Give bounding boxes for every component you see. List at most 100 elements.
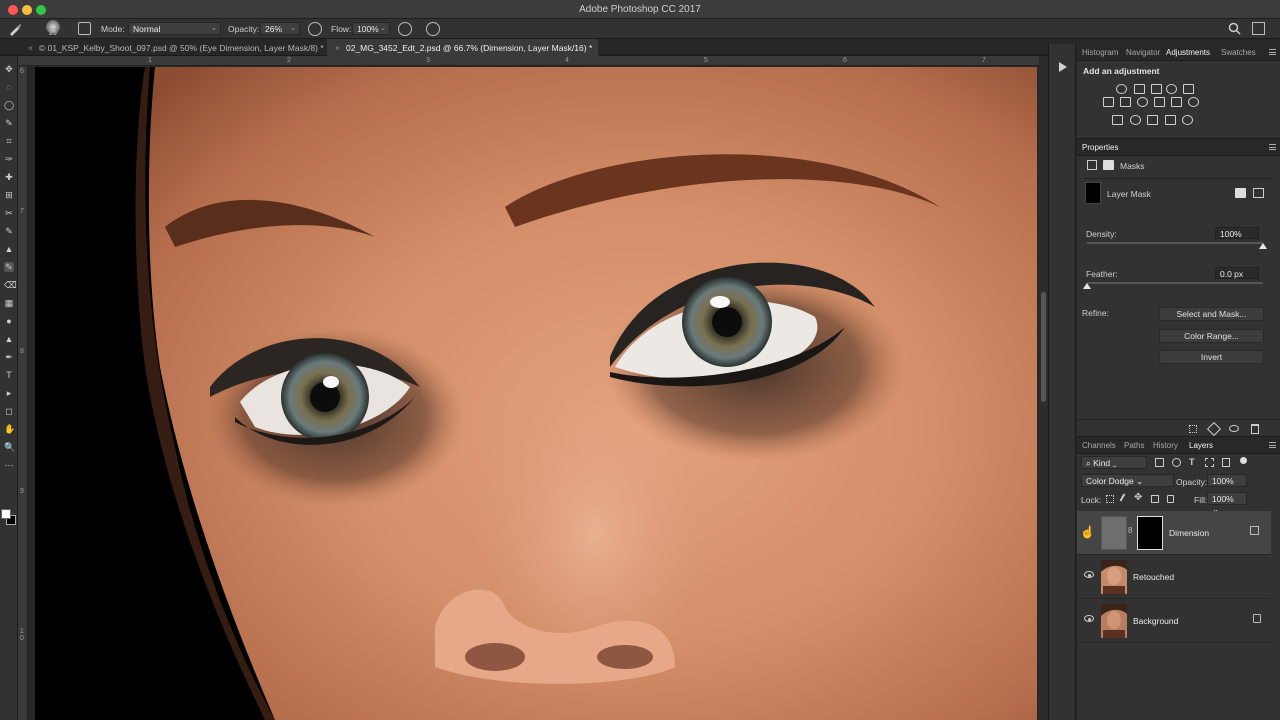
adjustment-icon[interactable] bbox=[1147, 115, 1158, 125]
eye-icon[interactable] bbox=[1229, 425, 1239, 432]
lock-image-icon[interactable] bbox=[1119, 493, 1131, 505]
layer-row-background[interactable]: Background bbox=[1077, 599, 1271, 643]
layer-row-dimension[interactable]: ☝ 8 Dimension bbox=[1077, 511, 1271, 555]
mode-dropdown[interactable]: Normal ⌄ bbox=[128, 22, 221, 35]
tool-8[interactable]: ✂ bbox=[4, 208, 14, 218]
apply-mask-icon[interactable] bbox=[1206, 421, 1222, 437]
tab-adjustments[interactable]: Adjustments bbox=[1162, 44, 1214, 61]
layer-name[interactable]: Background bbox=[1133, 616, 1178, 626]
pressure-size-icon[interactable] bbox=[426, 22, 440, 36]
tab-layers[interactable]: Layers bbox=[1185, 437, 1217, 454]
adjustment-icon[interactable] bbox=[1188, 97, 1199, 107]
tool-13[interactable]: ▦ bbox=[4, 298, 14, 308]
canvas-vertical-scrollbar[interactable] bbox=[1039, 56, 1048, 720]
add-pixel-mask-icon[interactable] bbox=[1235, 188, 1246, 198]
tool-12[interactable]: ⌫ bbox=[4, 280, 17, 290]
filter-adjustment-icon[interactable] bbox=[1172, 458, 1181, 467]
adjustment-icon[interactable] bbox=[1151, 84, 1162, 94]
tool-20[interactable]: ✋ bbox=[4, 424, 15, 434]
trash-icon[interactable] bbox=[1251, 424, 1259, 434]
tab-navigator[interactable]: Navigator bbox=[1126, 48, 1160, 57]
adjustment-icon[interactable] bbox=[1120, 97, 1131, 107]
filter-pixel-icon[interactable] bbox=[1155, 458, 1164, 467]
flow-input[interactable]: 100% ⌄ bbox=[352, 22, 390, 35]
lock-artboard-icon[interactable] bbox=[1151, 495, 1159, 503]
tool-6[interactable]: ✚ bbox=[4, 172, 14, 182]
add-vector-mask-icon[interactable] bbox=[1253, 188, 1264, 198]
adjustment-icon[interactable] bbox=[1166, 84, 1177, 94]
panel-menu-icon[interactable] bbox=[1269, 49, 1276, 55]
panel-menu-icon[interactable] bbox=[1269, 144, 1276, 150]
density-slider[interactable] bbox=[1087, 242, 1263, 244]
feather-slider-knob[interactable] bbox=[1083, 283, 1091, 289]
adjustment-icon[interactable] bbox=[1130, 115, 1141, 125]
adjustment-icon[interactable] bbox=[1182, 115, 1193, 125]
eye-icon[interactable] bbox=[1084, 615, 1094, 622]
adjustment-icon[interactable] bbox=[1165, 115, 1176, 125]
pixel-mask-icon[interactable] bbox=[1087, 160, 1097, 170]
tool-15[interactable]: ▲ bbox=[4, 334, 14, 344]
tool-0[interactable]: ✥ bbox=[4, 64, 14, 74]
tool-17[interactable]: T bbox=[4, 370, 14, 380]
adjustment-icon[interactable] bbox=[1103, 97, 1114, 107]
blend-mode-dropdown[interactable]: Color Dodge ⌄ bbox=[1081, 474, 1174, 487]
feather-input[interactable]: 0.0 px bbox=[1215, 267, 1259, 279]
adjustment-icon[interactable] bbox=[1171, 97, 1182, 107]
document-tab[interactable]: × © 01_KSP_Kelby_Shoot_097.psd @ 50% (Eye… bbox=[20, 39, 330, 56]
adjustment-icon[interactable] bbox=[1154, 97, 1165, 107]
lock-transparent-icon[interactable] bbox=[1106, 495, 1114, 503]
close-icon[interactable]: × bbox=[335, 43, 340, 53]
layer-name[interactable]: Retouched bbox=[1133, 572, 1174, 582]
tool-7[interactable]: ⊞ bbox=[4, 190, 14, 200]
density-input[interactable]: 100% bbox=[1215, 227, 1259, 239]
foreground-color-swatch[interactable] bbox=[1, 509, 11, 519]
vertical-ruler[interactable]: 6 7 8 9 1 0 bbox=[18, 66, 28, 720]
density-slider-knob[interactable] bbox=[1259, 243, 1267, 249]
adjustment-icon[interactable] bbox=[1183, 84, 1194, 94]
brush-panel-toggle-icon[interactable] bbox=[78, 22, 91, 35]
layer-opacity-input[interactable]: 100% ⌄ bbox=[1207, 474, 1247, 496]
tool-10[interactable]: ▲ bbox=[4, 244, 14, 254]
opacity-input[interactable]: 26% ⌄ bbox=[260, 22, 300, 35]
tool-9[interactable]: ✎ bbox=[4, 226, 14, 236]
select-and-mask-button[interactable]: Select and Mask... bbox=[1159, 307, 1264, 321]
tool-2[interactable]: ◯ bbox=[4, 100, 14, 110]
tab-paths[interactable]: Paths bbox=[1124, 441, 1144, 450]
tab-histogram[interactable]: Histogram bbox=[1082, 48, 1118, 57]
lock-all-icon[interactable] bbox=[1167, 495, 1174, 503]
search-icon[interactable] bbox=[1228, 22, 1241, 35]
scrollbar-thumb[interactable] bbox=[1041, 292, 1046, 402]
brush-tool-icon[interactable] bbox=[8, 22, 22, 36]
filter-shape-icon[interactable] bbox=[1205, 458, 1214, 467]
tab-properties[interactable]: Properties bbox=[1078, 139, 1122, 156]
masks-icon[interactable] bbox=[1103, 160, 1114, 170]
filter-toggle-icon[interactable] bbox=[1240, 457, 1247, 464]
tool-5[interactable]: ✑ bbox=[4, 154, 14, 164]
eye-icon[interactable] bbox=[1084, 571, 1094, 578]
tab-history[interactable]: History bbox=[1153, 441, 1178, 450]
filter-type-icon[interactable]: T bbox=[1189, 457, 1195, 467]
tool-11[interactable]: ✎ bbox=[4, 262, 14, 272]
adjustment-icon[interactable] bbox=[1112, 115, 1123, 125]
horizontal-ruler[interactable]: 1 2 3 4 5 6 7 bbox=[18, 56, 1045, 66]
tab-swatches[interactable]: Swatches bbox=[1221, 48, 1256, 57]
airbrush-icon[interactable] bbox=[398, 22, 412, 36]
tool-22[interactable]: ⋯ bbox=[4, 460, 14, 470]
load-selection-icon[interactable] bbox=[1189, 425, 1197, 433]
adjustment-icon[interactable] bbox=[1137, 97, 1148, 107]
layer-mask-thumbnail[interactable] bbox=[1137, 516, 1163, 550]
tool-16[interactable]: ✒ bbox=[4, 352, 14, 362]
fill-input[interactable]: 100% ⌄ bbox=[1207, 492, 1247, 514]
link-icon[interactable]: 8 bbox=[1128, 526, 1132, 535]
pressure-opacity-icon[interactable] bbox=[308, 22, 322, 36]
tool-1[interactable]: ◌ bbox=[4, 82, 14, 92]
document-canvas[interactable] bbox=[35, 67, 1037, 720]
layer-row-retouched[interactable]: Retouched bbox=[1077, 555, 1271, 599]
workspace-switcher-icon[interactable] bbox=[1252, 22, 1265, 35]
filter-smart-object-icon[interactable] bbox=[1222, 458, 1230, 467]
play-action-icon[interactable] bbox=[1059, 62, 1067, 72]
tool-21[interactable]: 🔍 bbox=[4, 442, 15, 452]
invert-button[interactable]: Invert bbox=[1159, 350, 1264, 364]
tool-18[interactable]: ▸ bbox=[4, 388, 14, 398]
layer-filter-kind-dropdown[interactable]: ⌕ Kind ⌄ bbox=[1081, 456, 1147, 469]
